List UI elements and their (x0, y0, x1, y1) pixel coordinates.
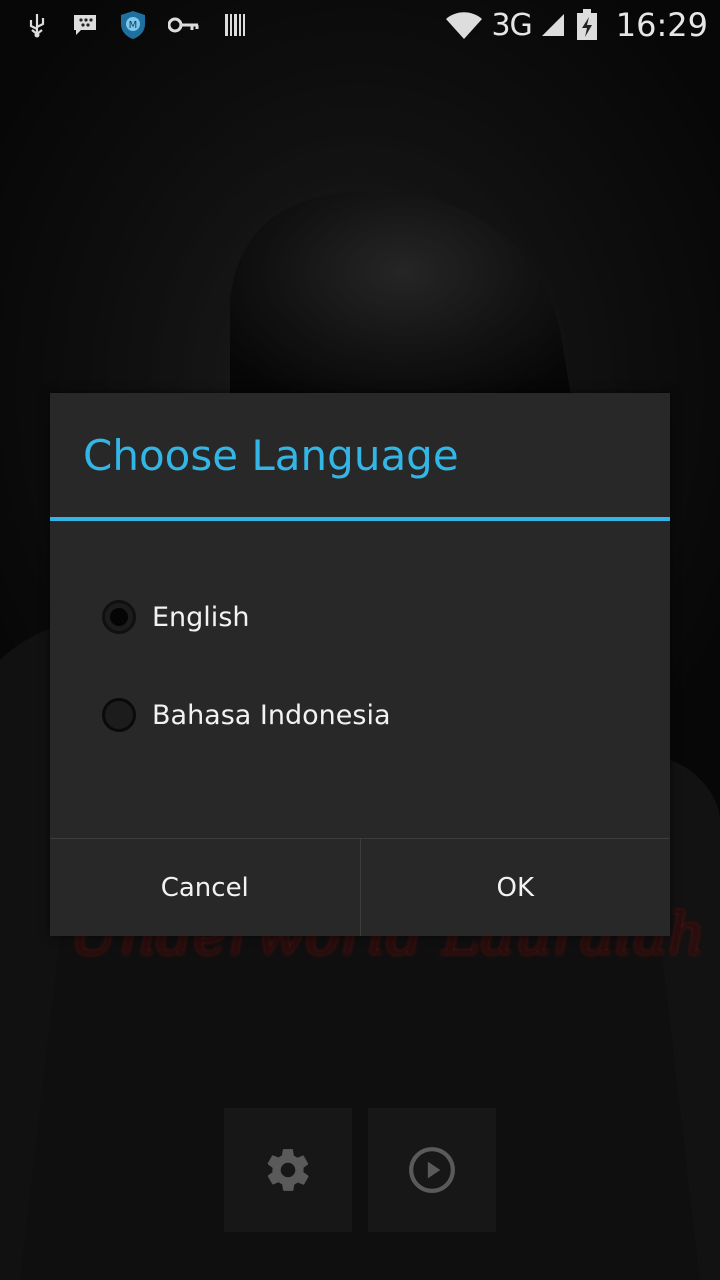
language-options: English Bahasa Indonesia (50, 521, 670, 836)
status-clock: 16:29 (615, 6, 708, 44)
radio-dot-icon (110, 608, 128, 626)
key-icon (168, 12, 200, 38)
status-bar: M 3G 16:29 (0, 0, 720, 50)
svg-text:M: M (129, 20, 138, 31)
language-option-bahasa-indonesia[interactable]: Bahasa Indonesia (50, 666, 670, 764)
ok-button[interactable]: OK (359, 839, 671, 936)
usb-icon (24, 12, 50, 38)
language-option-english[interactable]: English (50, 568, 670, 666)
app-screen: Underworld Lauralah M (0, 0, 720, 1280)
shield-app-icon: M (120, 11, 146, 39)
cancel-button[interactable]: Cancel (50, 839, 360, 936)
battery-charging-icon (574, 9, 600, 40)
wifi-icon (445, 12, 483, 39)
network-type-label: 3G (491, 7, 532, 43)
language-dialog: Choose Language English Bahasa Indonesia… (50, 393, 670, 936)
radio-button-unchecked[interactable] (102, 698, 136, 732)
option-label: Bahasa Indonesia (152, 699, 391, 731)
signal-icon (540, 12, 566, 38)
option-label: English (152, 601, 250, 633)
dialog-title: Choose Language (50, 393, 670, 521)
bbm-icon (72, 12, 98, 38)
barcode-icon (222, 12, 248, 38)
dialog-button-bar: Cancel OK (50, 838, 670, 936)
radio-button-checked[interactable] (102, 600, 136, 634)
